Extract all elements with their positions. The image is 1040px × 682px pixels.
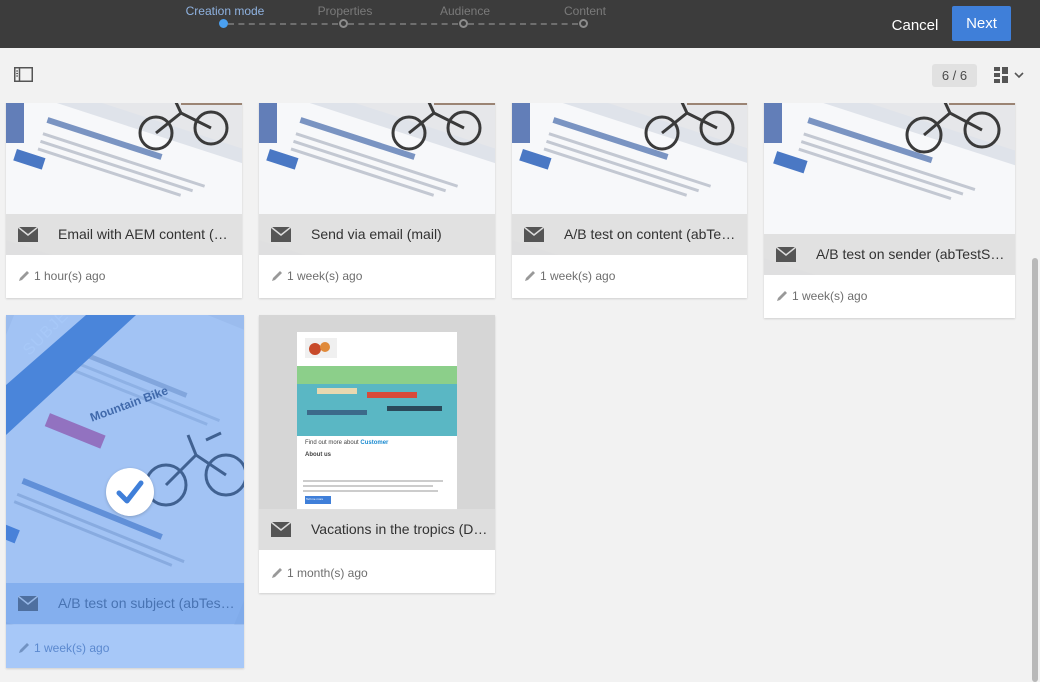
modified-text: 1 week(s) ago <box>287 269 363 283</box>
step-connector <box>348 23 458 25</box>
mail-icon <box>523 226 545 242</box>
scrollbar-track <box>1030 103 1040 682</box>
mail-icon <box>775 246 797 262</box>
pencil-icon <box>524 270 536 282</box>
pencil-icon <box>18 270 30 282</box>
mail-icon <box>270 521 292 537</box>
wizard-header: Creation mode Properties Audience Conten… <box>0 0 1040 48</box>
panel-toggle-icon[interactable] <box>14 67 33 82</box>
template-title: A/B test on content (abTestC... <box>564 226 741 242</box>
newsletter-preview: Find out more about Customer About us Te… <box>297 332 457 510</box>
item-count-badge: 6 / 6 <box>932 64 977 87</box>
template-card-selected[interactable]: SUBJECT Mountain Bike A/B test on subjec… <box>6 315 244 668</box>
template-title-bar: Vacations in the tropics (DM... <box>259 509 495 550</box>
template-card[interactable]: A/B test on content (abTestC... 1 week(s… <box>512 103 747 298</box>
newsletter-heading: Find out more about Customer <box>305 440 388 446</box>
template-title: Vacations in the tropics (DM... <box>311 521 489 537</box>
template-modified: 1 hour(s) ago <box>18 269 105 283</box>
checkmark-icon <box>106 468 154 516</box>
template-modified: 1 month(s) ago <box>271 566 368 580</box>
cancel-button[interactable]: Cancel <box>886 10 944 40</box>
step-audience[interactable]: Audience <box>415 4 515 18</box>
next-button[interactable]: Next <box>952 6 1011 41</box>
template-modified: 1 week(s) ago <box>18 641 109 655</box>
pencil-icon <box>271 270 283 282</box>
step-dot-audience[interactable] <box>459 19 468 28</box>
newsletter-find-out: Find out more about <box>305 440 359 446</box>
newsletter-brand: Customer <box>360 440 389 446</box>
step-dot-content[interactable] <box>579 19 588 28</box>
step-connector <box>228 23 338 25</box>
mail-icon <box>270 226 292 242</box>
step-properties[interactable]: Properties <box>295 4 395 18</box>
template-modified: 1 week(s) ago <box>524 269 615 283</box>
step-connector <box>468 23 578 25</box>
mail-icon <box>17 595 39 611</box>
pencil-icon <box>776 290 788 302</box>
template-card[interactable]: Email with AEM content (DM... 1 hour(s) … <box>6 103 242 298</box>
template-modified: 1 week(s) ago <box>271 269 362 283</box>
newsletter-about: About us <box>305 452 331 458</box>
step-creation-mode[interactable]: Creation mode <box>175 4 275 18</box>
template-card[interactable]: Find out more about Customer About us Te… <box>259 315 495 593</box>
scrollbar-thumb[interactable] <box>1032 258 1038 682</box>
template-title-bar: Email with AEM content (DM... <box>6 214 242 255</box>
modified-text: 1 month(s) ago <box>287 566 368 580</box>
modified-text: 1 week(s) ago <box>792 289 868 303</box>
step-content[interactable]: Content <box>535 4 635 18</box>
pencil-icon <box>18 642 30 654</box>
modified-text: 1 week(s) ago <box>34 641 110 655</box>
template-card[interactable]: A/B test on sender (abTestSend... 1 week… <box>764 103 1015 318</box>
step-dot-creation-mode[interactable] <box>219 19 228 28</box>
pencil-icon <box>271 567 283 579</box>
mail-icon <box>17 226 39 242</box>
template-title: Email with AEM content (DM... <box>58 226 236 242</box>
template-title: Send via email (mail) <box>311 226 442 242</box>
grid-view-icon[interactable] <box>993 66 1027 84</box>
template-title-bar: Send via email (mail) <box>259 214 495 255</box>
template-title: A/B test on subject (abTestSu... <box>58 595 238 611</box>
template-title: A/B test on sender (abTestSend... <box>816 246 1006 262</box>
template-title-bar: A/B test on sender (abTestSend... <box>764 234 1015 275</box>
step-dot-properties[interactable] <box>339 19 348 28</box>
modified-text: 1 hour(s) ago <box>34 269 106 283</box>
template-card[interactable]: Send via email (mail) 1 week(s) ago <box>259 103 495 298</box>
newsletter-button: Tell me more <box>306 497 324 501</box>
modified-text: 1 week(s) ago <box>540 269 616 283</box>
template-title-bar: A/B test on subject (abTestSu... <box>6 583 244 624</box>
template-grid: Email with AEM content (DM... 1 hour(s) … <box>0 103 1030 682</box>
template-modified: 1 week(s) ago <box>776 289 867 303</box>
template-title-bar: A/B test on content (abTestC... <box>512 214 747 255</box>
